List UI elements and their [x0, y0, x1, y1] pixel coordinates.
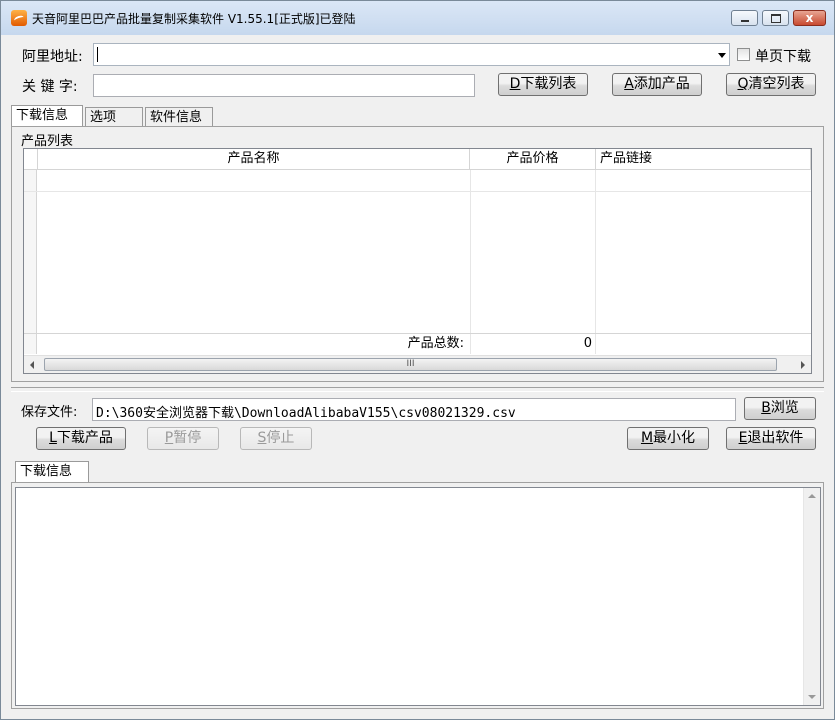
window-title: 天音阿里巴巴产品批量复制采集软件 V1.55.1[正式版]已登陆	[32, 12, 356, 26]
minimize-window-button[interactable]	[731, 10, 758, 26]
maximize-window-button[interactable]	[762, 10, 789, 26]
save-file-label: 保存文件:	[21, 405, 78, 420]
grip-icon: III	[406, 359, 415, 369]
app-logo-icon	[11, 10, 27, 26]
save-path-input[interactable]: D:\360安全浏览器下载\DownloadAlibabaV155\csv080…	[92, 398, 736, 421]
tab-options[interactable]: 选项	[85, 107, 143, 127]
dropdown-arrow-icon[interactable]	[718, 53, 726, 58]
keyword-label: 关 键 字:	[22, 79, 78, 95]
browse-button[interactable]: B浏览	[744, 397, 816, 420]
single-page-label[interactable]: 单页下载	[755, 46, 811, 66]
scroll-down-icon[interactable]	[808, 695, 816, 699]
total-count-value: 0	[583, 336, 592, 351]
scroll-up-icon[interactable]	[808, 494, 816, 498]
grid-line	[470, 170, 471, 354]
log-vertical-scrollbar[interactable]	[803, 488, 820, 705]
text-cursor	[97, 47, 98, 62]
header-corner	[24, 149, 38, 169]
keyword-input[interactable]	[93, 74, 475, 97]
exit-software-button[interactable]: E退出软件	[726, 427, 816, 450]
title-bar[interactable]: 天音阿里巴巴产品批量复制采集软件 V1.55.1[正式版]已登陆 x	[1, 1, 834, 35]
log-textarea[interactable]	[15, 487, 821, 706]
horizontal-scrollbar[interactable]: III	[24, 355, 811, 373]
splitter[interactable]	[11, 387, 824, 392]
save-path-value: D:\360安全浏览器下载\DownloadAlibabaV155\csv080…	[96, 406, 516, 421]
grid-line	[595, 170, 596, 354]
row-indicator-column	[24, 170, 37, 354]
product-list-group-label: 产品列表	[21, 134, 74, 149]
table-header: 产品名称 产品价格 产品链接	[24, 149, 811, 170]
download-products-button[interactable]: L下载产品	[36, 427, 126, 450]
column-header-price[interactable]: 产品价格	[470, 149, 596, 169]
app-window: 天音阿里巴巴产品批量复制采集软件 V1.55.1[正式版]已登陆 x 阿里地址:…	[0, 0, 835, 720]
clear-list-button[interactable]: Q清空列表	[726, 73, 816, 96]
total-count-label: 产品总数:	[407, 336, 464, 351]
pause-button[interactable]: P暂停	[147, 427, 219, 450]
stop-button[interactable]: S停止	[240, 427, 312, 450]
tab-download-info[interactable]: 下载信息	[11, 105, 83, 128]
close-window-button[interactable]: x	[793, 10, 826, 26]
scrollbar-thumb[interactable]: III	[44, 358, 777, 371]
product-table[interactable]: 产品名称 产品价格 产品链接 产品总数: 0 III	[23, 148, 812, 374]
column-header-name[interactable]: 产品名称	[38, 149, 470, 169]
minimize-app-button[interactable]: M最小化	[627, 427, 709, 450]
scroll-left-icon[interactable]	[30, 361, 34, 369]
url-label: 阿里地址:	[22, 49, 83, 65]
url-combobox[interactable]	[93, 43, 730, 66]
grid-line	[24, 191, 811, 192]
scroll-right-icon[interactable]	[801, 361, 805, 369]
close-icon: x	[805, 11, 814, 25]
tab-log[interactable]: 下载信息	[15, 461, 89, 484]
add-product-button[interactable]: A添加产品	[612, 73, 702, 96]
download-list-button[interactable]: D下载列表	[498, 73, 588, 96]
tab-software-info[interactable]: 软件信息	[145, 107, 213, 127]
column-header-link[interactable]: 产品链接	[596, 149, 811, 169]
single-page-checkbox[interactable]	[737, 48, 750, 61]
